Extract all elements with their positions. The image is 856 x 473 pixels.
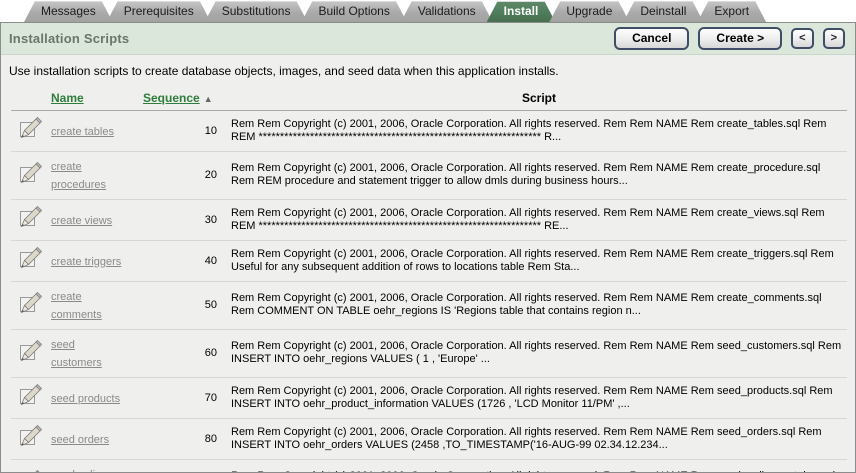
pencil-edit-icon[interactable] bbox=[18, 291, 44, 320]
table-row: create comments 50Rem Rem Copyright (c) 2… bbox=[11, 282, 847, 330]
table-header-row: Name Sequence ▲ Script bbox=[11, 89, 847, 111]
pencil-edit-icon[interactable] bbox=[18, 339, 44, 368]
pencil-edit-icon[interactable] bbox=[18, 116, 44, 145]
script-name-link[interactable]: seed products bbox=[51, 393, 120, 405]
table-row: create views 30Rem Rem Copyright (c) 2001… bbox=[11, 200, 847, 241]
script-preview-text: Rem Rem Copyright (c) 2001, 2006, Oracle… bbox=[231, 152, 847, 200]
scripts-table: Name Sequence▲ Script create tables10Rem… bbox=[11, 89, 847, 473]
sequence-value: 50 bbox=[143, 282, 231, 330]
pencil-edit-icon[interactable] bbox=[18, 246, 44, 275]
sequence-sort-link[interactable]: Sequence bbox=[143, 91, 200, 105]
script-name-link[interactable]: create procedures bbox=[51, 161, 106, 191]
sequence-value: 20 bbox=[143, 152, 231, 200]
script-name-link[interactable]: seed orders bbox=[51, 434, 109, 446]
tab-prerequisites[interactable]: Prerequisites bbox=[107, 1, 211, 22]
create-button[interactable]: Create > bbox=[698, 27, 782, 50]
header-actions: Cancel Create > < > bbox=[614, 27, 845, 50]
sequence-value: 10 bbox=[143, 111, 231, 152]
tab-messages[interactable]: Messages bbox=[24, 1, 113, 22]
tab-substitutions[interactable]: Substitutions bbox=[205, 1, 308, 22]
script-preview-text: Rem Rem Copyright (c) 2001, 2006, Oracle… bbox=[231, 241, 847, 282]
content-panel: Installation Scripts Cancel Create > < >… bbox=[0, 22, 856, 473]
tab-validations[interactable]: Validations bbox=[401, 1, 493, 22]
script-preview-text: Rem Rem Copyright (c) 2001, 2006, Oracle… bbox=[231, 282, 847, 330]
table-row: seed customers 60Rem Rem Copyright (c) 20… bbox=[11, 330, 847, 378]
pencil-edit-icon[interactable] bbox=[18, 161, 44, 190]
script-preview-text: Rem Rem Copyright (c) 2001, 2006, Oracle… bbox=[231, 419, 847, 460]
cancel-button[interactable]: Cancel bbox=[614, 27, 689, 50]
sequence-value: 60 bbox=[143, 330, 231, 378]
script-name-link[interactable]: create views bbox=[51, 215, 112, 227]
table-row: create tables 10Rem Rem Copyright (c) 200… bbox=[11, 111, 847, 152]
page-title: Installation Scripts bbox=[9, 31, 129, 46]
table-row: seed online catalog 90Rem Rem Copyright (… bbox=[11, 460, 847, 473]
script-preview-text: Rem Rem Copyright (c) 2001, 2006, Oracle… bbox=[231, 378, 847, 419]
description-text: Use installation scripts to create datab… bbox=[1, 55, 855, 89]
script-preview-text: Rem Rem Copyright (c) 2001, 2006, Oracle… bbox=[231, 460, 847, 473]
next-page-button[interactable]: > bbox=[823, 28, 845, 49]
tab-install[interactable]: Install bbox=[487, 1, 556, 22]
script-name-link[interactable]: create triggers bbox=[51, 256, 121, 268]
tab-upgrade[interactable]: Upgrade bbox=[549, 1, 629, 22]
script-name-link[interactable]: create tables bbox=[51, 126, 114, 138]
edit-column-header bbox=[11, 89, 51, 111]
prev-page-button[interactable]: < bbox=[791, 28, 813, 49]
name-column-header: Name bbox=[51, 89, 143, 111]
script-name-link[interactable]: create comments bbox=[51, 291, 102, 321]
pencil-edit-icon[interactable] bbox=[18, 205, 44, 234]
pencil-edit-icon[interactable] bbox=[18, 383, 44, 412]
sort-ascending-icon: ▲ bbox=[204, 94, 213, 104]
script-name-link[interactable]: seed online catalog bbox=[51, 469, 107, 473]
table-row: create triggers 40Rem Rem Copyright (c) 2… bbox=[11, 241, 847, 282]
sequence-column-header: Sequence ▲ bbox=[143, 89, 231, 111]
pencil-edit-icon[interactable] bbox=[18, 424, 44, 453]
table-row: seed products 70Rem Rem Copyright (c) 200… bbox=[11, 378, 847, 419]
script-column-header: Script bbox=[231, 89, 847, 111]
sequence-value: 90 bbox=[143, 460, 231, 473]
table-row: create procedures 20Rem Rem Copyright (c)… bbox=[11, 152, 847, 200]
pencil-edit-icon[interactable] bbox=[18, 469, 44, 473]
tab-deinstall[interactable]: Deinstall bbox=[623, 1, 703, 22]
sequence-value: 30 bbox=[143, 200, 231, 241]
sequence-value: 80 bbox=[143, 419, 231, 460]
script-preview-text: Rem Rem Copyright (c) 2001, 2006, Oracle… bbox=[231, 200, 847, 241]
tab-export[interactable]: Export bbox=[697, 1, 766, 22]
script-name-link[interactable]: seed customers bbox=[51, 339, 102, 369]
sequence-value: 70 bbox=[143, 378, 231, 419]
name-sort-link[interactable]: Name bbox=[51, 91, 84, 105]
table-row: seed orders 80Rem Rem Copyright (c) 2001,… bbox=[11, 419, 847, 460]
script-preview-text: Rem Rem Copyright (c) 2001, 2006, Oracle… bbox=[231, 111, 847, 152]
tab-bar: MessagesPrerequisitesSubstitutionsBuild … bbox=[0, 0, 856, 22]
tab-build-options[interactable]: Build Options bbox=[301, 1, 406, 22]
region-header: Installation Scripts Cancel Create > < > bbox=[1, 23, 855, 55]
script-preview-text: Rem Rem Copyright (c) 2001, 2006, Oracle… bbox=[231, 330, 847, 378]
sequence-value: 40 bbox=[143, 241, 231, 282]
